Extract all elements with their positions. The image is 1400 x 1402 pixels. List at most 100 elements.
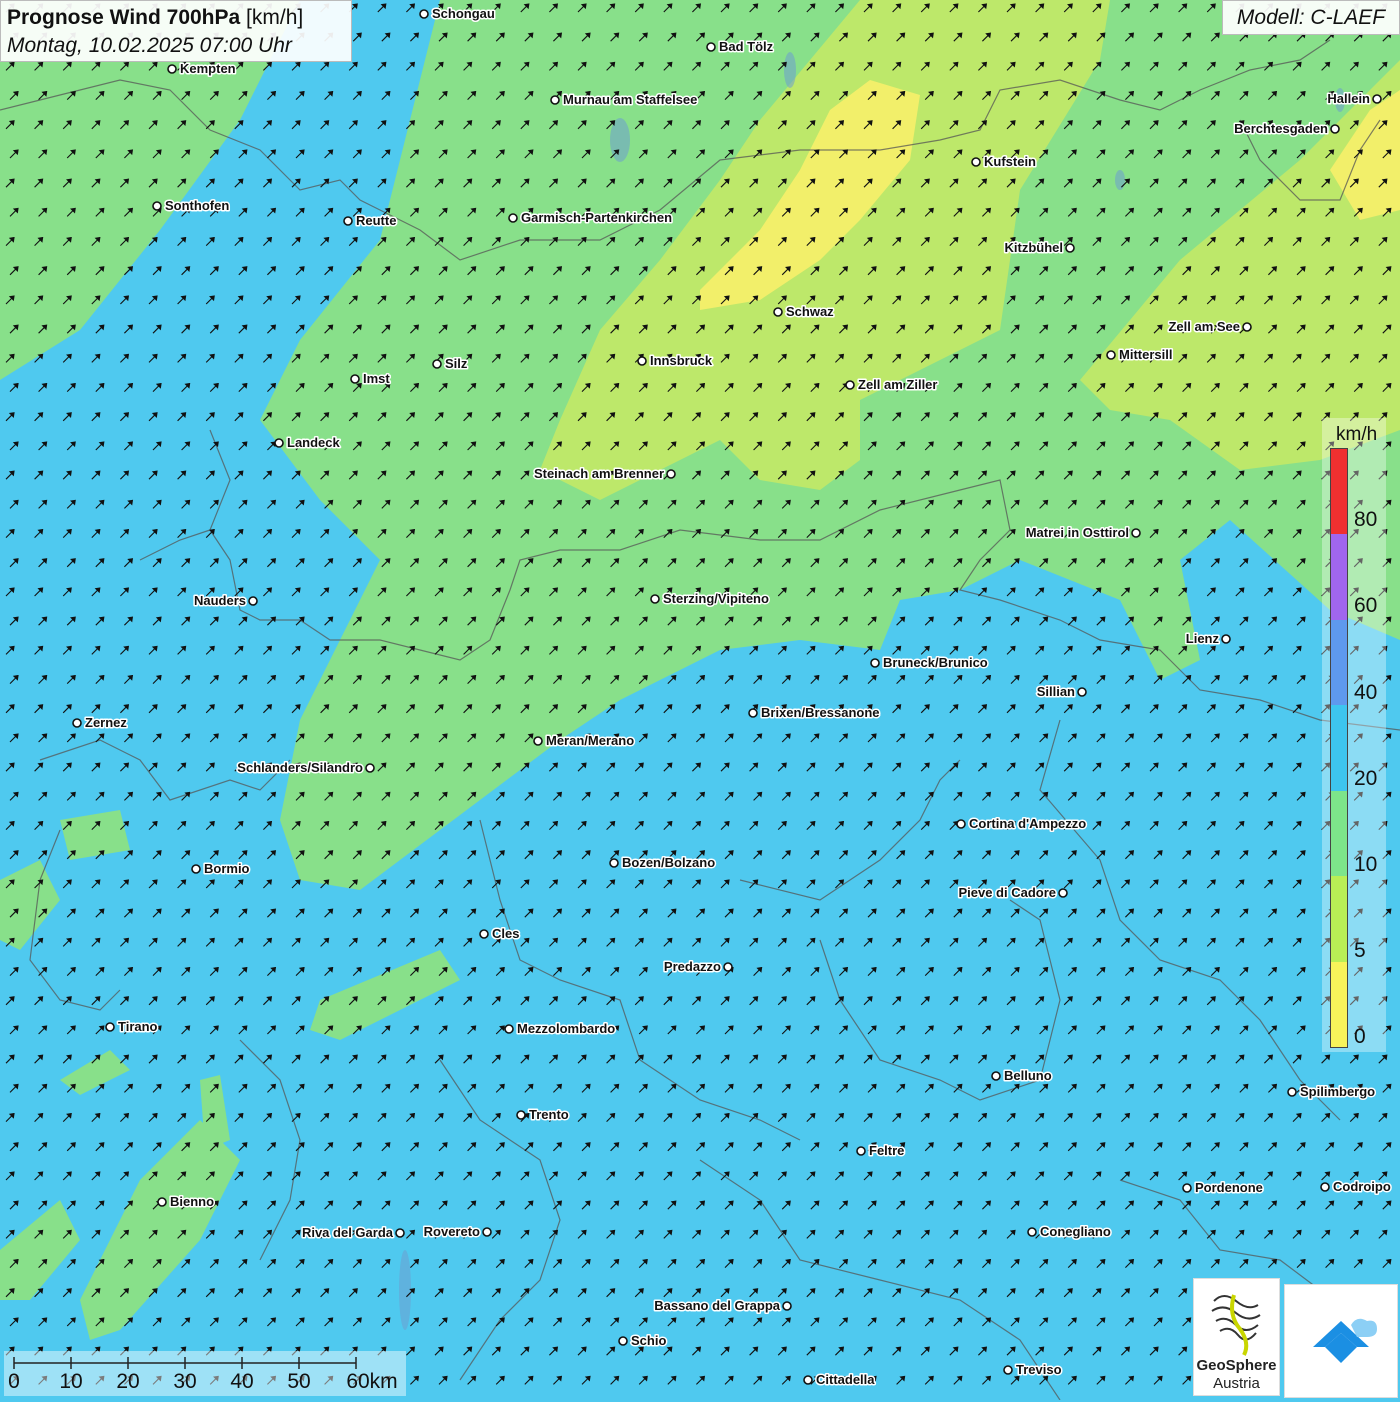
city-dot-icon xyxy=(365,763,375,773)
scale-label: 30 xyxy=(173,1370,197,1393)
city-dot-icon xyxy=(773,307,783,317)
city-marker: Bassano del Grappa xyxy=(653,1297,792,1315)
city-dot-icon xyxy=(956,819,966,829)
legend-tick-label: 40 xyxy=(1354,681,1378,704)
city-dot-icon xyxy=(706,42,716,52)
title-box: Prognose Wind 700hPa [km/h] Montag, 10.0… xyxy=(0,0,352,62)
city-label: Mezzolombardo xyxy=(517,1021,615,1036)
city-dot-icon xyxy=(803,1375,813,1385)
city-label: Predazzo xyxy=(664,959,721,974)
map-title-main: Prognose Wind 700hPa xyxy=(7,6,241,29)
city-dot-icon xyxy=(618,1336,628,1346)
city-dot-icon xyxy=(1182,1183,1192,1193)
city-dot-icon xyxy=(343,216,353,226)
city-label: Meran/Merano xyxy=(546,733,634,748)
city-marker: Matrei in Osttirol xyxy=(1024,524,1141,542)
city-dot-icon xyxy=(782,1301,792,1311)
legend-tick-label: 80 xyxy=(1354,508,1378,531)
city-dot-icon xyxy=(1003,1365,1013,1375)
city-label: Kempten xyxy=(180,61,236,76)
city-marker: Meran/Merano xyxy=(533,732,636,750)
legend-tick-label: 10 xyxy=(1354,853,1378,876)
city-dot-icon xyxy=(152,201,162,211)
city-dot-icon xyxy=(971,157,981,167)
city-dot-icon xyxy=(856,1146,866,1156)
city-dot-icon xyxy=(723,962,733,972)
city-label: Garmisch-Partenkirchen xyxy=(521,210,672,225)
lake xyxy=(399,1250,411,1330)
geosphere-name: GeoSphere xyxy=(1196,1357,1277,1374)
city-marker: Mezzolombardo xyxy=(504,1020,617,1038)
geosphere-emblem-icon xyxy=(1211,1294,1261,1356)
city-marker: Spilimbergo xyxy=(1287,1083,1377,1101)
city-label: Zell am Ziller xyxy=(858,377,937,392)
city-dot-icon xyxy=(637,356,647,366)
city-label: Innsbruck xyxy=(650,353,713,368)
city-dot-icon xyxy=(1077,687,1087,697)
city-dot-icon xyxy=(845,380,855,390)
city-dot-icon xyxy=(1058,888,1068,898)
city-dot-icon xyxy=(650,594,660,604)
city-label: Schlanders/Silandro xyxy=(237,760,363,775)
city-label: Schongau xyxy=(432,6,495,21)
city-dot-icon xyxy=(350,374,360,384)
legend-color-segment xyxy=(1331,876,1347,962)
lake xyxy=(1115,170,1125,190)
city-label: Matrei in Osttirol xyxy=(1026,525,1129,540)
city-dot-icon xyxy=(191,864,201,874)
city-label: Zell am See xyxy=(1168,319,1240,334)
city-label: Riva del Garda xyxy=(302,1225,394,1240)
city-label: Reutte xyxy=(356,213,396,228)
weather-app-logo[interactable] xyxy=(1284,1284,1398,1398)
city-dot-icon xyxy=(533,736,543,746)
city-dot-icon xyxy=(1106,350,1116,360)
city-marker: Cortina d'Ampezzo xyxy=(956,815,1088,833)
city-dot-icon xyxy=(1287,1087,1297,1097)
city-label: Sterzing/Vipiteno xyxy=(663,591,769,606)
legend-tick-label: 5 xyxy=(1354,939,1366,962)
city-label: Kitzbühel xyxy=(1005,240,1064,255)
city-label: Lienz xyxy=(1186,631,1220,646)
city-marker: Zell am Ziller xyxy=(845,376,939,394)
city-marker: Bruneck/Brunico xyxy=(870,654,989,672)
legend-color-segment xyxy=(1331,534,1347,620)
city-label: Cortina d'Ampezzo xyxy=(969,816,1086,831)
city-label: Kufstein xyxy=(984,154,1036,169)
city-label: Schwaz xyxy=(786,304,834,319)
legend-tick-label: 60 xyxy=(1354,594,1378,617)
city-dot-icon xyxy=(482,1227,492,1237)
city-label: Trento xyxy=(529,1107,569,1122)
legend-unit: km/h xyxy=(1336,424,1378,445)
city-label: Bienno xyxy=(170,1194,214,1209)
city-label: Steinach am Brenner xyxy=(534,466,664,481)
city-dot-icon xyxy=(1372,94,1382,104)
city-dot-icon xyxy=(1320,1182,1330,1192)
city-dot-icon xyxy=(666,469,676,479)
city-dot-icon xyxy=(504,1024,514,1034)
city-label: Bassano del Grappa xyxy=(654,1298,780,1313)
city-dot-icon xyxy=(1065,243,1075,253)
city-label: Tirano xyxy=(118,1019,158,1034)
city-label: Pieve di Cadore xyxy=(958,885,1056,900)
city-label: Feltre xyxy=(869,1143,904,1158)
city-dot-icon xyxy=(72,718,82,728)
scale-label: 50 xyxy=(287,1370,311,1393)
city-marker: Garmisch-Partenkirchen xyxy=(508,209,674,227)
city-marker: Sterzing/Vipiteno xyxy=(650,590,770,608)
city-marker: Sonthofen xyxy=(152,197,231,215)
scale-bar: 0 10 20 30 40 50 60km xyxy=(4,1351,406,1396)
city-marker: Bozen/Bolzano xyxy=(609,854,717,872)
city-marker: Schongau xyxy=(419,5,496,23)
city-marker: Brixen/Bressanone xyxy=(748,704,881,722)
city-label: Rovereto xyxy=(424,1224,480,1239)
city-label: Treviso xyxy=(1016,1362,1062,1377)
city-label: Nauders xyxy=(194,593,246,608)
city-marker: Steinach am Brenner xyxy=(532,465,676,483)
city-marker: Conegliano xyxy=(1027,1223,1112,1241)
legend-color-bar xyxy=(1330,448,1348,1048)
geosphere-austria-logo[interactable]: GeoSphere Austria xyxy=(1193,1278,1280,1396)
geosphere-country: Austria xyxy=(1213,1375,1260,1392)
legend-tick-label: 20 xyxy=(1354,767,1378,790)
city-dot-icon xyxy=(1242,322,1252,332)
scale-label: 0 xyxy=(8,1370,20,1393)
